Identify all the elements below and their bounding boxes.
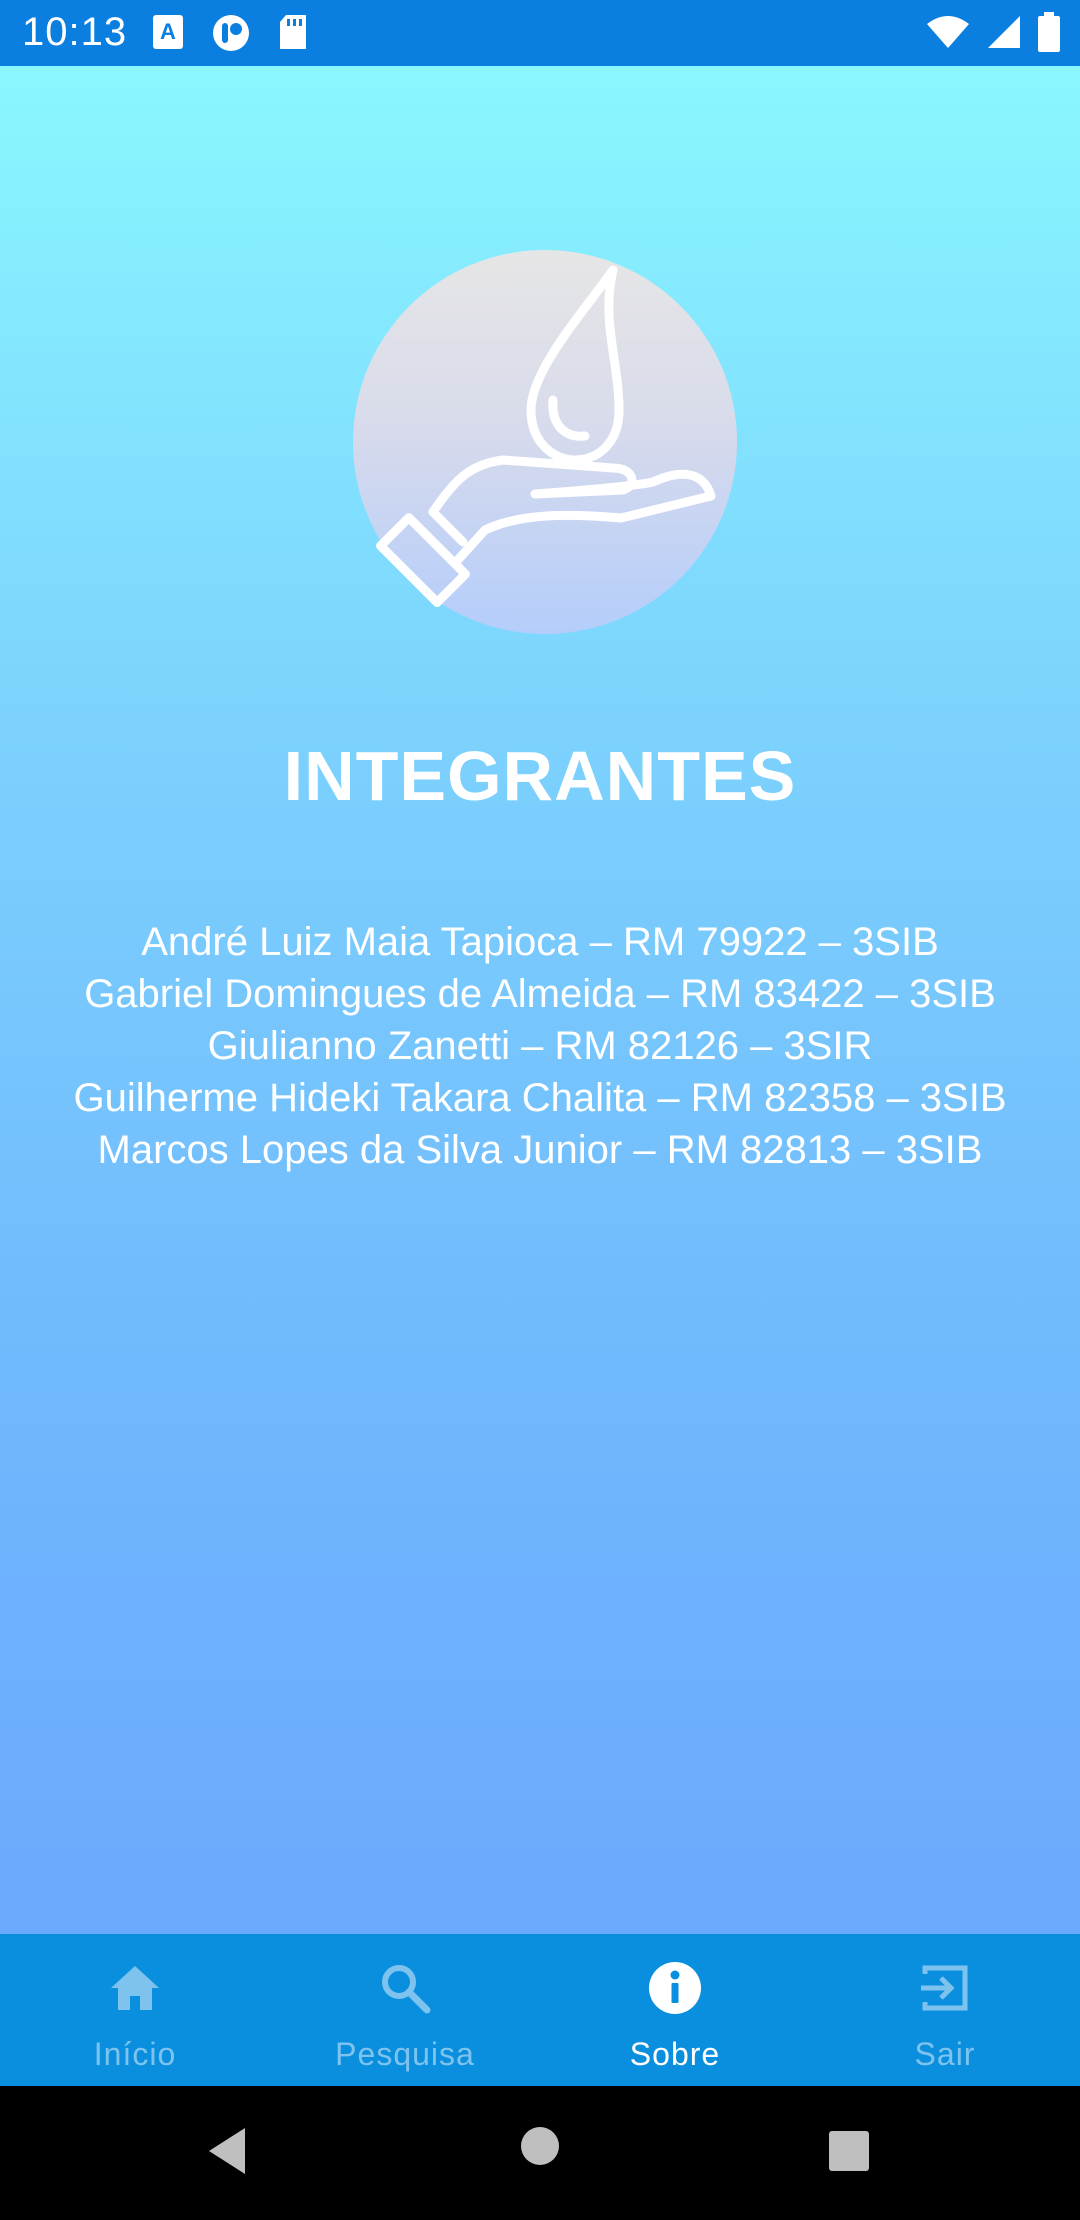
nav-item-inicio[interactable]: Início <box>0 1934 270 2086</box>
hand-water-drop-icon <box>376 265 716 607</box>
wifi-icon <box>927 16 969 48</box>
member-line: André Luiz Maia Tapioca – RM 79922 – 3SI… <box>141 920 939 964</box>
member-line: Guilherme Hideki Takara Chalita – RM 823… <box>73 1076 1007 1120</box>
logo-circle <box>353 250 737 634</box>
member-line: Marcos Lopes da Silva Junior – RM 82813 … <box>97 1128 983 1172</box>
bottom-navigation: Início Pesquisa Sobre Sair <box>0 1934 1080 2086</box>
status-left-icons: A <box>152 14 308 52</box>
about-content: INTEGRANTES André Luiz Maia Tapioca – RM… <box>0 66 1080 1934</box>
status-right-icons <box>926 12 1060 52</box>
recents-icon[interactable] <box>828 2130 870 2172</box>
exit-icon <box>921 1965 968 2011</box>
nav-label: Sobre <box>629 2036 721 2072</box>
home-icon <box>111 1966 159 2010</box>
keyboard-a-icon: A <box>153 15 183 49</box>
nav-item-sair[interactable]: Sair <box>810 1934 1080 2086</box>
info-icon <box>649 1962 701 2014</box>
nav-item-sobre[interactable]: Sobre <box>540 1934 810 2086</box>
battery-icon <box>1038 12 1060 52</box>
nav-label: Pesquisa <box>335 2036 475 2072</box>
nav-label: Sair <box>914 2036 976 2072</box>
member-line: Giulianno Zanetti – RM 82126 – 3SIR <box>207 1024 873 1068</box>
nav-label: Início <box>93 2036 177 2072</box>
home-circle-icon[interactable] <box>520 2126 560 2166</box>
back-icon[interactable] <box>205 2126 249 2176</box>
sd-card-icon <box>280 15 306 49</box>
search-icon <box>382 1965 431 2014</box>
page-title: INTEGRANTES <box>283 737 797 815</box>
system-navigation-bar <box>0 2086 1080 2220</box>
status-time: 10:13 <box>22 10 128 54</box>
svg-text:A: A <box>160 19 176 44</box>
members-list: André Luiz Maia Tapioca – RM 79922 – 3SI… <box>0 916 1080 1176</box>
member-line: Gabriel Domingues de Almeida – RM 83422 … <box>84 972 996 1016</box>
signal-icon <box>988 16 1020 48</box>
status-bar: 10:13 A <box>0 0 1080 66</box>
nav-item-pesquisa[interactable]: Pesquisa <box>270 1934 540 2086</box>
app-icon <box>213 15 249 51</box>
